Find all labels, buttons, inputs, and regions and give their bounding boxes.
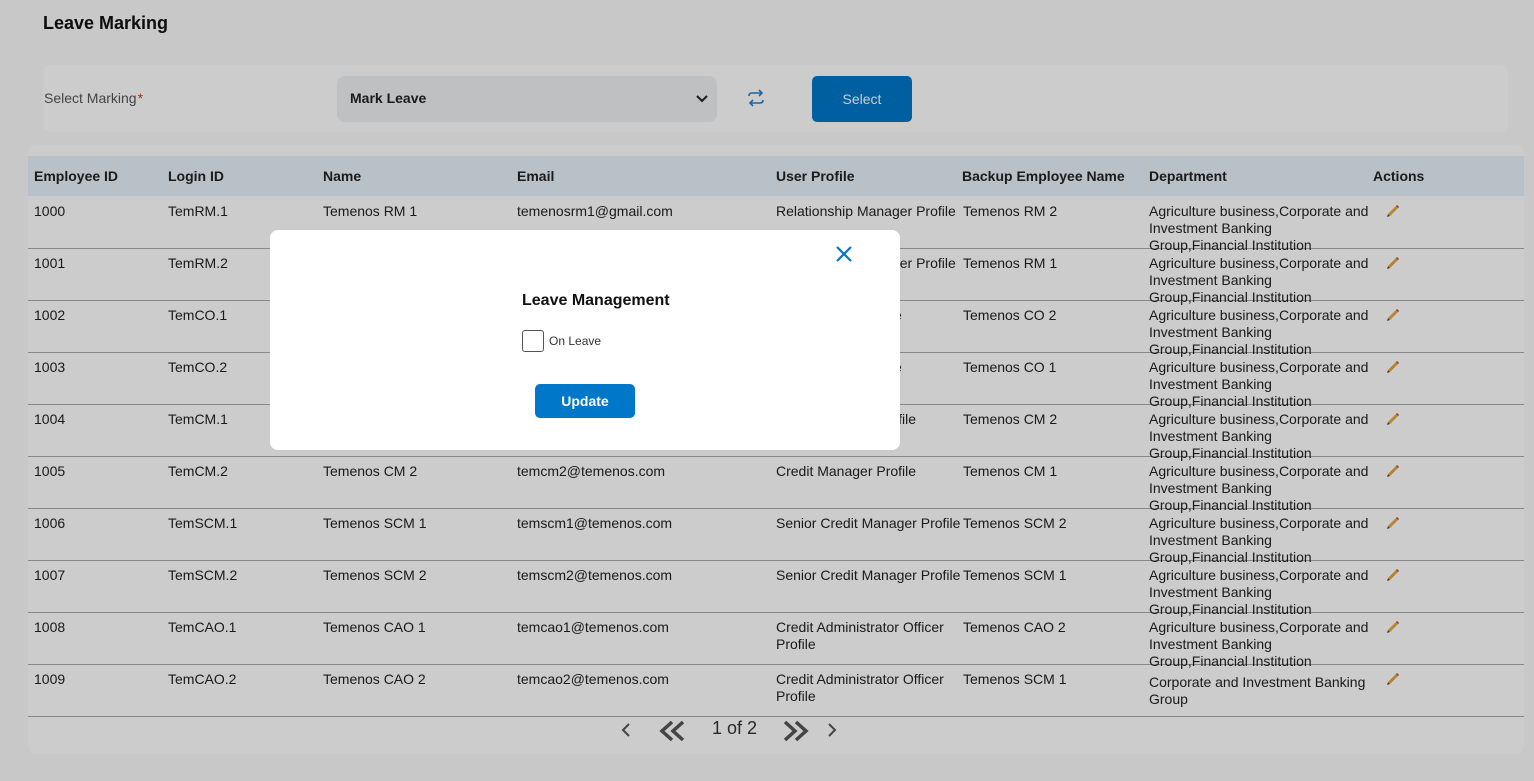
on-leave-checkbox[interactable] xyxy=(522,330,544,352)
update-button[interactable]: Update xyxy=(535,384,635,418)
close-icon[interactable] xyxy=(835,245,853,263)
modal-title: Leave Management xyxy=(522,292,670,309)
on-leave-label: On Leave xyxy=(549,334,602,348)
leave-management-modal: Leave Management On Leave Update xyxy=(270,230,900,450)
